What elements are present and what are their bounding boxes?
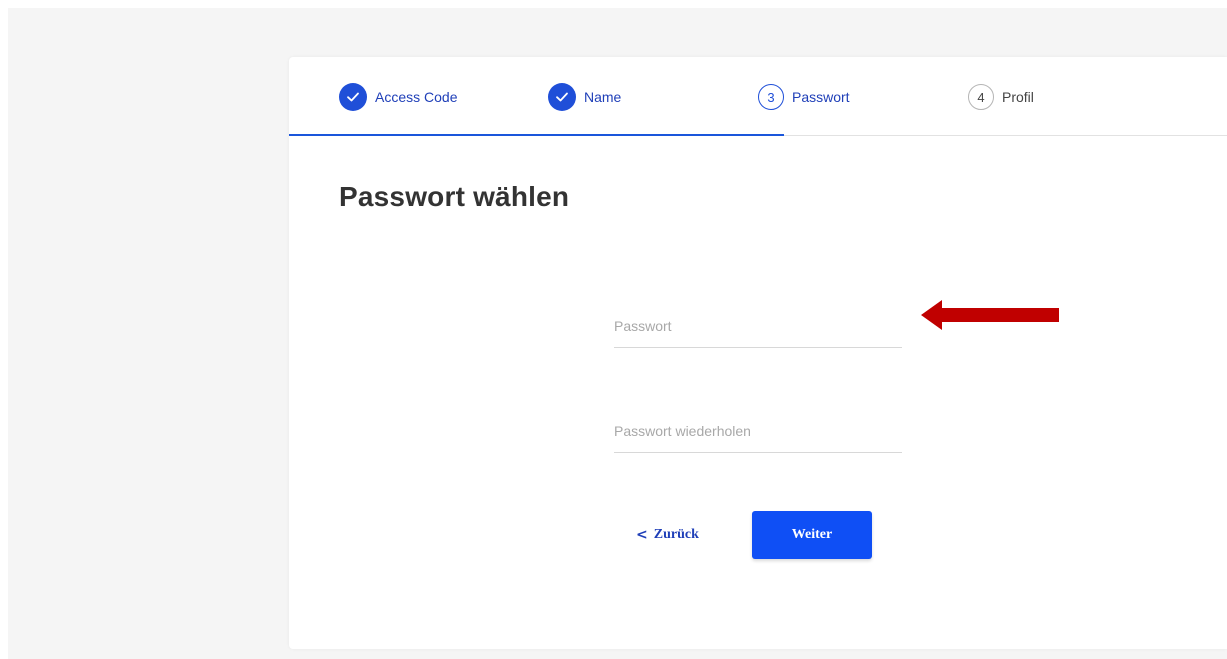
step-number: 3	[758, 84, 784, 110]
step-name[interactable]: Name	[548, 83, 621, 111]
back-button-label: Zurück	[653, 527, 699, 542]
step-profil[interactable]: 4 Profil	[968, 83, 1034, 111]
password-input[interactable]	[614, 307, 902, 345]
arrow-left-icon	[921, 300, 1059, 330]
step-progress-bar	[289, 134, 784, 136]
password-repeat-field	[614, 412, 902, 453]
checkmark-icon	[548, 83, 576, 111]
step-label: Passwort	[792, 89, 850, 105]
registration-card: Access Code Name 3 Passwort 4 Profil Pas…	[289, 57, 1227, 649]
back-button[interactable]: < Zurück	[636, 511, 699, 559]
checkmark-icon	[339, 83, 367, 111]
step-label: Profil	[1002, 89, 1034, 105]
step-access-code[interactable]: Access Code	[339, 83, 457, 111]
password-field	[614, 307, 902, 348]
step-passwort[interactable]: 3 Passwort	[758, 83, 850, 111]
stepper: Access Code Name 3 Passwort 4 Profil	[289, 57, 1227, 136]
step-number: 4	[968, 84, 994, 110]
step-label: Access Code	[375, 89, 458, 105]
chevron-left-icon: <	[636, 527, 648, 543]
page-background: Access Code Name 3 Passwort 4 Profil Pas…	[8, 8, 1227, 659]
password-repeat-input[interactable]	[614, 412, 902, 450]
next-button[interactable]: Weiter	[752, 511, 872, 559]
step-label: Name	[584, 89, 622, 105]
page-title: Passwort wählen	[339, 181, 570, 212]
